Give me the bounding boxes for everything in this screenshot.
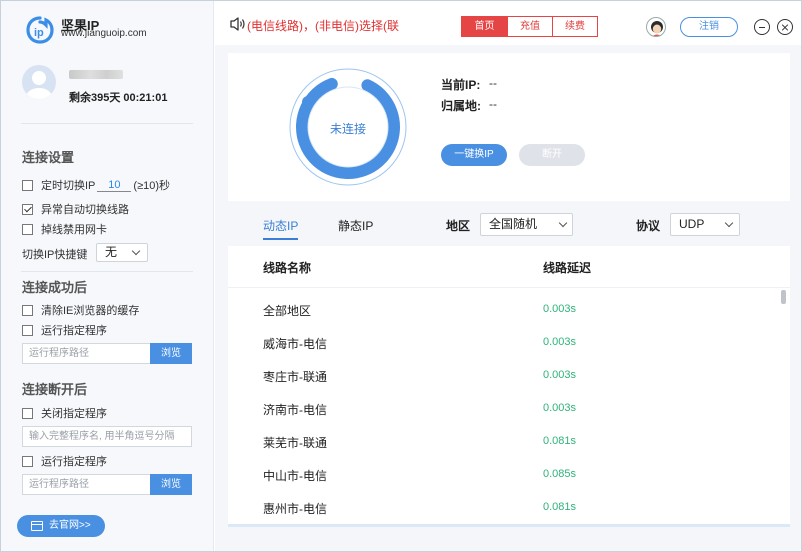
location-value: -- [489,97,497,111]
close-icon[interactable] [777,19,793,35]
connection-state: 未连接 [329,122,366,136]
close-program-label: 关闭指定程序 [41,408,107,420]
disconnect-button[interactable]: 断开 [519,144,585,166]
close-program-row: 关闭指定程序 [22,406,107,420]
current-ip-label: 当前IP: [441,78,481,92]
username-redacted [69,70,123,79]
app-logo-icon: ip [26,16,54,44]
table-row-name[interactable]: 济南市-电信 [263,401,327,418]
hotkey-value: 无 [105,245,118,259]
user-avatar [22,65,56,99]
auto-switch-label: 异常自动切换线路 [41,204,129,216]
table-row-latency: 0.003s [543,402,577,414]
current-ip-value: -- [489,76,497,90]
region-label: 地区 [446,219,471,233]
timed-switch-checkbox[interactable] [22,179,33,191]
divider [21,271,193,272]
table-header-divider [228,287,790,288]
table-row-latency: 0.081s [543,501,577,513]
auto-switch-checkbox[interactable] [22,203,33,215]
disable-nic-checkbox[interactable] [22,223,33,235]
website-label: 去官网>> [49,520,91,531]
column-header-name: 线路名称 [263,261,312,275]
disable-nic-row: 掉线禁用网卡 [22,222,107,236]
tab-dynamic-ip[interactable]: 动态IP [263,217,298,234]
chevron-down-icon [724,218,734,228]
browse-button-2[interactable]: 浏览 [150,474,192,495]
table-row-latency: 0.085s [543,468,577,480]
location-label: 归属地: [441,99,481,113]
table-row-latency: 0.003s [543,303,577,315]
app-url: www.jianguoip.com [61,28,147,39]
profile-avatar-icon[interactable] [646,17,666,37]
table-scrollbar[interactable] [781,290,786,304]
region-value: 全国随机 [489,217,538,231]
run-program-label: 运行指定程序 [41,325,107,337]
protocol-select[interactable]: UDP [670,213,740,236]
timed-switch-label: 定时切换IP [41,180,96,192]
nav-tabs: 首页 充值 续费 [461,16,598,37]
table-row-latency: 0.081s [543,435,577,447]
divider [21,123,193,124]
program-path-input-2[interactable]: 运行程序路径 [22,474,151,495]
minimize-icon[interactable] [754,19,770,35]
close-program-input[interactable]: 输入完整程序名, 用半角逗号分隔 [22,426,192,447]
run-program-label-2: 运行指定程序 [41,456,107,468]
table-row-name[interactable]: 枣庄市-联通 [263,368,327,385]
section-title-after-disconnect: 连接断开后 [22,382,88,397]
auto-switch-row: 异常自动切换线路 [22,202,129,216]
tab-static-ip[interactable]: 静态IP [338,217,373,234]
change-ip-button[interactable]: 一键换IP [441,144,507,166]
column-header-latency: 线路延迟 [543,261,592,275]
run-program-row-2: 运行指定程序 [22,454,107,468]
line-table [228,246,790,526]
table-row-latency: 0.003s [543,369,577,381]
table-row-name[interactable]: 威海市-电信 [263,335,327,352]
browser-icon [31,521,43,531]
tab-recharge[interactable]: 充值 [507,17,552,36]
tab-home[interactable]: 首页 [462,17,507,36]
program-path-input[interactable]: 运行程序路径 [22,343,151,364]
timed-switch-suffix: (≥10)秒 [133,180,171,192]
svg-text:ip: ip [34,27,44,39]
notice-marquee: (电信线路)，(非电信)选择(联 [247,19,399,33]
app-window: ip 坚果IP www.jianguoip.com 剩余395天 00:21:0… [0,0,802,552]
table-row-latency: 0.003s [543,336,577,348]
protocol-value: UDP [679,217,705,231]
clear-cache-row: 清除IE浏览器的缓存 [22,303,139,317]
section-title-after-connect: 连接成功后 [22,280,88,295]
switch-interval-input[interactable]: 10 [97,179,132,192]
table-row-name[interactable]: 惠州市-电信 [263,500,327,517]
region-select[interactable]: 全国随机 [480,213,573,236]
table-row-name[interactable]: 莱芜市-联通 [263,434,327,451]
active-tab-indicator [263,238,298,240]
hotkey-label: 切换IP快捷键 [22,249,88,261]
run-program-row: 运行指定程序 [22,323,107,337]
logout-button[interactable]: 注销 [680,17,738,37]
speaker-icon [230,17,245,31]
remaining-time: 剩余395天 00:21:01 [69,92,168,104]
run-program-checkbox-2[interactable] [22,455,33,467]
chevron-down-icon [131,246,141,256]
run-program-checkbox[interactable] [22,324,33,336]
close-program-checkbox[interactable] [22,407,33,419]
website-button[interactable]: 去官网>> [17,515,105,537]
tab-renew[interactable]: 续费 [552,17,597,36]
browse-button[interactable]: 浏览 [150,343,192,364]
protocol-label: 协议 [636,219,661,233]
clear-cache-label: 清除IE浏览器的缓存 [41,305,140,317]
table-row-name[interactable]: 全部地区 [263,302,311,319]
table-bottom-edge [228,524,790,527]
hotkey-select[interactable]: 无 [96,243,148,262]
chevron-down-icon [558,218,568,228]
section-title-connect: 连接设置 [22,150,75,165]
table-row-name[interactable]: 中山市-电信 [263,467,327,484]
disable-nic-label: 掉线禁用网卡 [41,224,107,236]
timed-switch-row: 定时切换IP 10 (≥10)秒 [22,178,170,192]
clear-cache-checkbox[interactable] [22,304,33,316]
